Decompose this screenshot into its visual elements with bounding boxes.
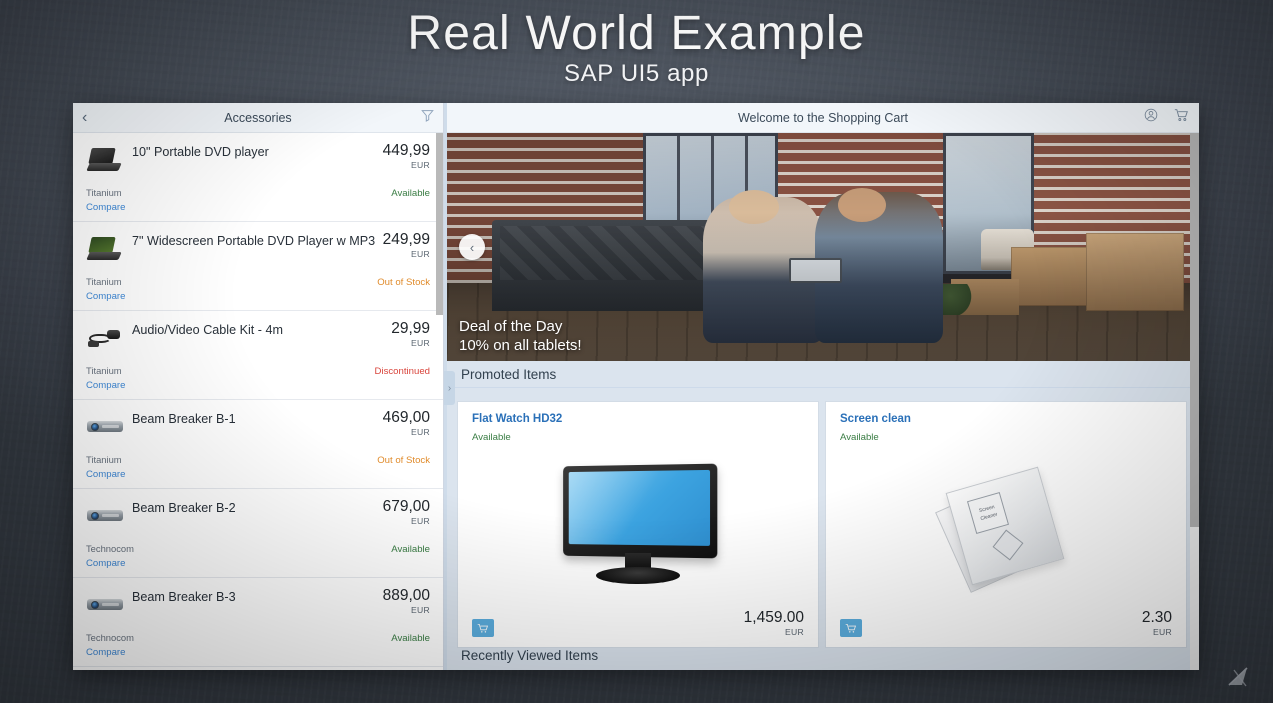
card-status: Available	[840, 432, 879, 443]
status-badge: Available	[391, 188, 430, 199]
product-currency: EUR	[410, 516, 430, 527]
product-price: 29,99	[391, 320, 430, 337]
product-price-block: 249,99 EUR	[377, 231, 430, 260]
promoted-items-cards: › Flat Watch HD32 Available 1,459.00 EUR…	[444, 371, 1199, 648]
status-badge: Discontinued	[374, 366, 430, 377]
product-price: 679,00	[382, 498, 430, 515]
projector-icon	[86, 590, 124, 620]
detail-header: Welcome to the Shopping Cart	[447, 103, 1199, 133]
product-name: Audio/Video Cable Kit - 4m	[132, 323, 283, 337]
product-price-block: 469,00 EUR	[377, 409, 430, 438]
dvd-player-green-icon	[86, 234, 124, 264]
detail-title: Welcome to the Shopping Cart	[737, 110, 908, 125]
screen-cleaner-image: Screen Cleaner	[840, 443, 1172, 606]
projector-icon	[86, 412, 124, 442]
slide-title: Real World Example	[407, 7, 866, 60]
projector-icon	[86, 501, 124, 531]
product-card[interactable]: Screen clean Available Screen Cleaner 2.…	[825, 401, 1187, 648]
product-currency: EUR	[410, 605, 430, 616]
cable-kit-icon	[86, 323, 124, 353]
product-list[interactable]: 10" Portable DVD player 449,99 EUR Titan…	[73, 133, 443, 670]
filter-icon[interactable]	[421, 109, 434, 127]
compare-link[interactable]: Compare	[86, 202, 430, 213]
splitter-expand-button[interactable]: ›	[444, 371, 455, 405]
shopping-cart-icon[interactable]	[1174, 108, 1189, 127]
product-price-block: 29,99 EUR	[385, 320, 430, 349]
product-vendor: Titanium	[86, 276, 122, 287]
presentation-logo-icon	[1225, 664, 1251, 695]
product-vendor: Technocom	[86, 543, 134, 554]
card-title: Screen clean	[840, 413, 911, 425]
recently-viewed-label: Recently Viewed Items	[461, 648, 599, 663]
product-currency: EUR	[410, 427, 430, 438]
product-price: 449,99	[382, 142, 430, 159]
compare-link[interactable]: Compare	[86, 558, 430, 569]
card-currency: EUR	[1152, 627, 1172, 637]
product-card[interactable]: Flat Watch HD32 Available 1,459.00 EUR	[457, 401, 819, 648]
product-name: Beam Breaker B-3	[132, 590, 236, 604]
product-currency: EUR	[410, 160, 430, 171]
list-item[interactable]: Beam Breaker B-3 889,00 EUR Technocom Av…	[73, 578, 443, 667]
product-currency: EUR	[410, 338, 430, 349]
add-to-cart-icon[interactable]	[472, 619, 494, 637]
detail-pane: Welcome to the Shopping Cart ‹ Deal of t…	[444, 103, 1199, 670]
compare-link[interactable]: Compare	[86, 647, 430, 658]
user-account-icon[interactable]	[1144, 108, 1158, 127]
card-price: 2.30	[1141, 608, 1172, 626]
list-item[interactable]: Beam Breaker B-2 679,00 EUR Technocom Av…	[73, 489, 443, 578]
master-title: Accessories	[224, 110, 292, 125]
promoted-items-header: Promoted Items	[447, 361, 1199, 388]
slide-subtitle: SAP UI5 app	[564, 60, 709, 87]
product-name: Beam Breaker B-1	[132, 412, 236, 426]
status-badge: Available	[391, 544, 430, 555]
master-header: ‹ Accessories	[73, 103, 443, 133]
card-price: 1,459.00	[743, 608, 804, 626]
product-price: 889,00	[382, 587, 430, 604]
status-badge: Out of Stock	[377, 455, 430, 466]
product-price: 249,99	[382, 231, 430, 248]
product-name: 7" Widescreen Portable DVD Player w MP3	[132, 234, 376, 248]
sap-ui5-app-window: ‹ Accessories 10" Portable DVD player 44…	[73, 103, 1199, 670]
product-vendor: Titanium	[86, 187, 122, 198]
card-price-block: 2.30 EUR	[1141, 608, 1172, 637]
product-price-block: 889,00 EUR	[377, 587, 430, 616]
status-badge: Out of Stock	[377, 277, 430, 288]
master-pane: ‹ Accessories 10" Portable DVD player 44…	[73, 103, 444, 670]
product-name: Beam Breaker B-2	[132, 501, 236, 515]
product-currency: EUR	[410, 249, 430, 260]
master-scrollbar[interactable]	[436, 133, 443, 670]
compare-link[interactable]: Compare	[86, 469, 430, 480]
product-price-block: 449,99 EUR	[377, 142, 430, 171]
carousel-prev-button[interactable]: ‹	[459, 234, 485, 260]
compare-link[interactable]: Compare	[86, 380, 430, 391]
product-vendor: Titanium	[86, 365, 122, 376]
hero-carousel[interactable]: ‹ Deal of the Day 10% on all tablets!	[447, 133, 1199, 361]
card-title: Flat Watch HD32	[472, 413, 563, 425]
master-scrollbar-thumb[interactable]	[436, 133, 443, 315]
product-name: 10" Portable DVD player	[132, 145, 269, 159]
list-item[interactable]: Beam Breaker B-1 469,00 EUR Titanium Out…	[73, 400, 443, 489]
dvd-player-icon	[86, 145, 124, 175]
compare-link[interactable]: Compare	[86, 291, 430, 302]
promoted-items-label: Promoted Items	[461, 366, 557, 382]
hero-caption-line2: 10% on all tablets!	[459, 336, 582, 354]
detail-scrollbar-thumb[interactable]	[1190, 133, 1199, 527]
product-vendor: Titanium	[86, 454, 122, 465]
list-item[interactable]: Audio/Video Cable Kit - 4m 29,99 EUR Tit…	[73, 311, 443, 400]
product-price-block: 679,00 EUR	[377, 498, 430, 527]
product-price: 469,00	[382, 409, 430, 426]
hero-caption-line1: Deal of the Day	[459, 317, 563, 335]
product-vendor: Technocom	[86, 632, 134, 643]
card-price-block: 1,459.00 EUR	[743, 608, 804, 637]
card-status: Available	[472, 432, 511, 443]
add-to-cart-icon[interactable]	[840, 619, 862, 637]
list-item[interactable]: 10" Portable DVD player 449,99 EUR Titan…	[73, 133, 443, 222]
list-item[interactable]: 7" Widescreen Portable DVD Player w MP3 …	[73, 222, 443, 311]
detail-scrollbar[interactable]	[1190, 133, 1199, 670]
card-currency: EUR	[784, 627, 804, 637]
hero-caption: Deal of the Day 10% on all tablets!	[459, 317, 582, 355]
status-badge: Available	[391, 633, 430, 644]
recently-viewed-header: Recently Viewed Items	[447, 648, 1199, 670]
flat-monitor-image	[472, 443, 804, 606]
